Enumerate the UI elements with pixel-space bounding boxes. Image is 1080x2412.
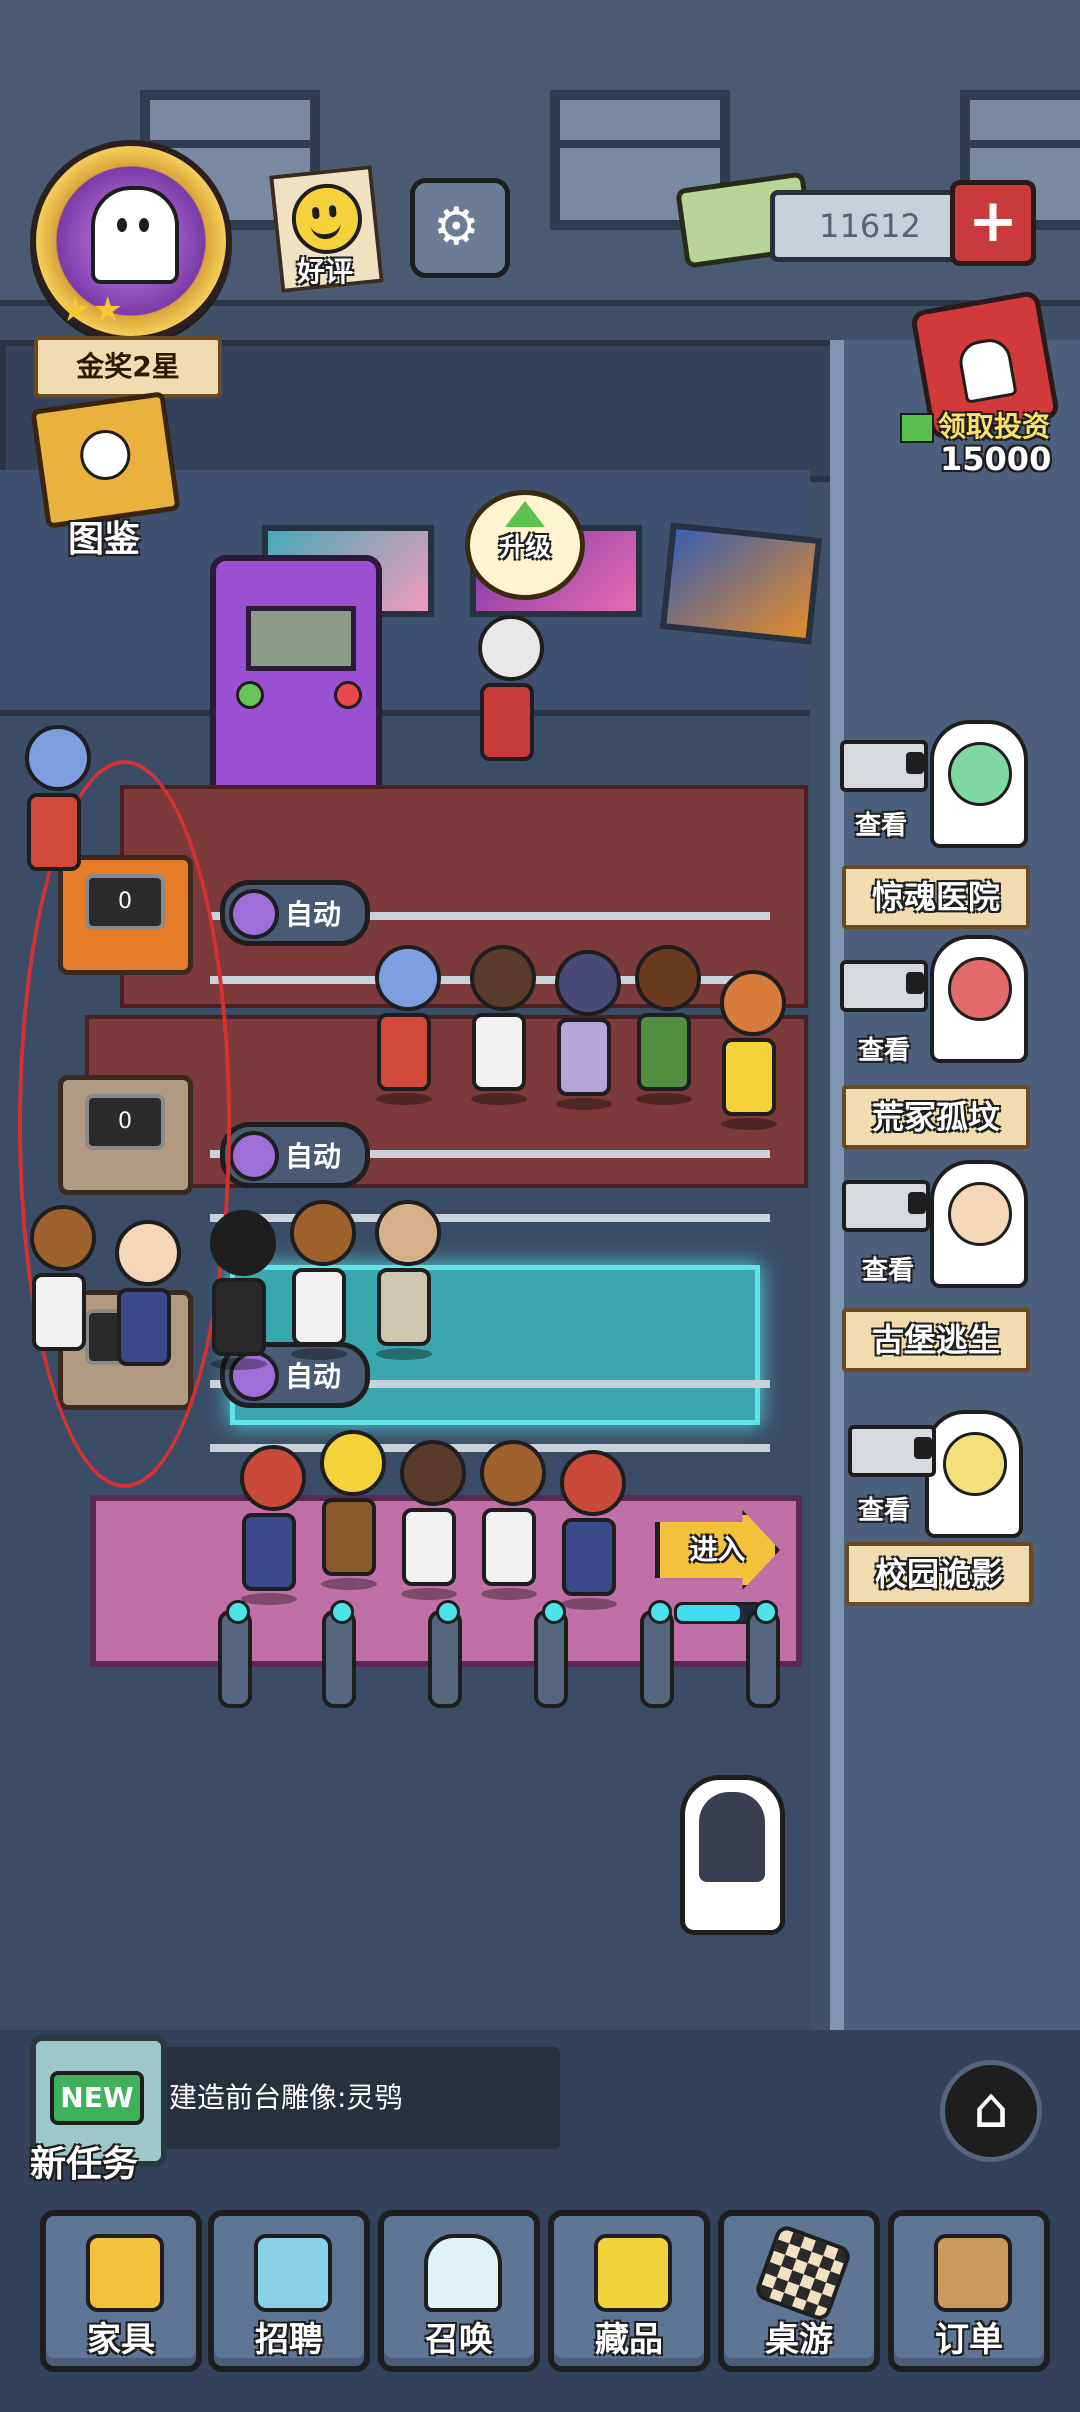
guest-character — [635, 945, 701, 1105]
ghost-icon — [956, 335, 1018, 404]
upgrade-button[interactable]: 升级 — [465, 490, 585, 600]
bollard — [746, 1600, 780, 1708]
arcade-machine[interactable] — [210, 555, 382, 792]
nav-recruit[interactable]: 招聘 — [208, 2210, 370, 2372]
auto-button[interactable]: 自动 — [220, 880, 370, 946]
attraction-portrait[interactable] — [925, 1410, 1023, 1538]
ghost-icon — [424, 2234, 502, 2312]
guest-character — [375, 945, 441, 1105]
attraction-portrait[interactable] — [930, 720, 1028, 848]
clipboard-icon — [254, 2234, 332, 2312]
guest-character — [115, 1220, 181, 1366]
new-task-label: 新任务 — [30, 2144, 139, 2185]
guest-character — [210, 1210, 276, 1370]
nav-board-games[interactable]: 桌游 — [718, 2210, 880, 2372]
attraction-portrait[interactable] — [930, 935, 1028, 1063]
guest-character — [30, 1205, 96, 1351]
handbook-button[interactable] — [30, 391, 181, 529]
new-badge: NEW — [50, 2071, 144, 2125]
bollard — [534, 1600, 568, 1708]
attraction-name[interactable]: 古堡逃生 — [842, 1308, 1030, 1372]
bollard — [640, 1600, 674, 1708]
guest-character — [480, 1440, 546, 1600]
guest-character — [320, 1430, 386, 1590]
wall-painting — [659, 522, 823, 645]
guest-character — [375, 1200, 441, 1360]
camera-icon — [848, 1425, 936, 1477]
home-icon: ⌂ — [973, 2076, 1009, 2141]
nav-collection[interactable]: 藏品 — [548, 2210, 710, 2372]
guest-character — [25, 725, 91, 871]
guest-character — [560, 1450, 626, 1610]
attraction-name[interactable]: 惊魂医院 — [842, 865, 1030, 929]
gear-icon: ⚙ — [433, 197, 480, 257]
bollard — [322, 1600, 356, 1708]
rank-stars: ★★ — [60, 290, 125, 330]
camera-icon — [840, 740, 928, 792]
chessboard-icon — [753, 2223, 853, 2323]
guest-character — [555, 950, 621, 1110]
up-arrow-icon — [505, 501, 545, 527]
box-icon — [934, 2234, 1012, 2312]
home-button[interactable]: ⌂ — [940, 2060, 1042, 2162]
view-label[interactable]: 查看 — [855, 805, 907, 842]
nav-orders[interactable]: 订单 — [888, 2210, 1050, 2372]
attraction-name[interactable]: 荒冢孤坟 — [842, 1085, 1030, 1149]
money-counter: 11612 — [770, 190, 970, 262]
task-description[interactable]: 建造前台雕像:灵鸮 — [155, 2047, 560, 2149]
skull-icon — [77, 426, 134, 484]
video-play-icon — [900, 413, 934, 443]
view-label[interactable]: 查看 — [858, 1490, 910, 1527]
smiley-icon — [288, 180, 366, 258]
settings-button[interactable]: ⚙ — [410, 178, 510, 278]
guest-character — [720, 970, 786, 1130]
attraction-portrait[interactable] — [930, 1160, 1028, 1288]
attraction-name[interactable]: 校园诡影 — [845, 1542, 1033, 1606]
reaper-sticker[interactable] — [680, 1775, 785, 1935]
nav-summon[interactable]: 召唤 — [378, 2210, 540, 2372]
ghost-icon — [91, 186, 179, 284]
entry-progress-fill — [677, 1605, 740, 1621]
bollard — [218, 1600, 252, 1708]
view-label[interactable]: 查看 — [862, 1250, 914, 1287]
staff-character[interactable] — [478, 615, 544, 761]
rate-label: 好评 — [296, 255, 353, 288]
guest-character — [240, 1445, 306, 1605]
view-label[interactable]: 查看 — [858, 1030, 910, 1067]
bollard — [428, 1600, 462, 1708]
claim-investment-label[interactable]: 领取投资 — [900, 405, 1070, 445]
guest-character — [400, 1440, 466, 1600]
investment-amount: 15000 — [940, 440, 1052, 478]
rank-label: 金奖2星 — [34, 336, 222, 398]
camera-icon — [840, 960, 928, 1012]
add-money-button[interactable]: + — [950, 180, 1036, 266]
handbook-label: 图鉴 — [68, 519, 141, 560]
hammer-icon — [86, 2234, 164, 2312]
camera-icon — [842, 1180, 930, 1232]
nav-furniture[interactable]: 家具 — [40, 2210, 202, 2372]
guest-character — [290, 1200, 356, 1360]
safe-icon — [594, 2234, 672, 2312]
auto-button[interactable]: 自动 — [220, 1122, 370, 1188]
guest-character — [470, 945, 536, 1105]
